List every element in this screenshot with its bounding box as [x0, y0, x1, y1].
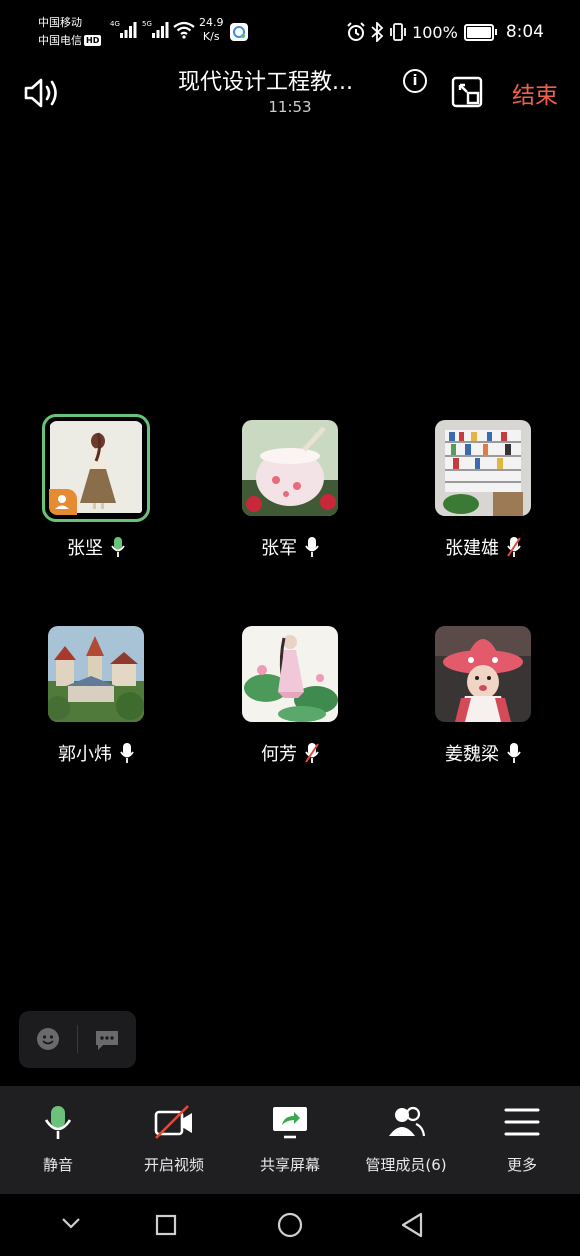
- home-icon[interactable]: [277, 1212, 303, 1238]
- participant-name: 张坚: [67, 538, 103, 559]
- mic-muted-icon: [507, 537, 521, 557]
- share-screen-icon: [273, 1107, 307, 1139]
- mute-button[interactable]: 静音: [0, 1086, 116, 1194]
- battery-icon: [463, 23, 497, 41]
- meeting-toolbar: 静音 开启视频 共享屏幕 管理成员(6) 更多: [0, 1086, 580, 1194]
- participant-name: 张建雄: [445, 538, 499, 559]
- hide-keyboard-icon[interactable]: [61, 1216, 81, 1230]
- carrier-2: 中国电信: [38, 34, 82, 47]
- participant-name: 郭小炜: [58, 744, 112, 765]
- more-button[interactable]: 更多: [464, 1086, 580, 1194]
- carrier-info: 中国移动 中国电信 HD: [38, 14, 102, 50]
- hd-badge: HD: [84, 35, 102, 46]
- more-label: 更多: [506, 1156, 537, 1174]
- manage-members-button[interactable]: 管理成员(6): [348, 1086, 464, 1194]
- share-label: 共享屏幕: [259, 1156, 320, 1174]
- meeting-timer: 11:53: [268, 98, 312, 116]
- mic-icon: [120, 743, 134, 763]
- host-badge-icon: [49, 489, 77, 515]
- clock: 8:04: [505, 22, 544, 42]
- share-screen-button[interactable]: 共享屏幕: [232, 1086, 348, 1194]
- info-icon[interactable]: i: [403, 69, 427, 93]
- participant-name: 姜魏梁: [445, 744, 499, 765]
- network-speed: 24.9 K/s: [199, 16, 224, 44]
- end-meeting-button[interactable]: 结束: [512, 76, 558, 110]
- system-nav-bar: [0, 1194, 580, 1256]
- wifi-icon: [173, 21, 195, 39]
- avatar[interactable]: [435, 626, 531, 722]
- speaker-icon[interactable]: [22, 76, 62, 110]
- speed-unit: K/s: [202, 30, 220, 43]
- battery-percent: 100%: [412, 22, 458, 42]
- avatar[interactable]: [435, 420, 531, 516]
- mute-label: 静音: [42, 1156, 73, 1174]
- carrier-1: 中国移动: [38, 16, 82, 29]
- mic-icon: [507, 743, 521, 763]
- avatar[interactable]: [42, 414, 150, 522]
- members-icon: [389, 1106, 426, 1137]
- chat-icon[interactable]: [94, 1029, 120, 1051]
- members-label: 管理成员(6): [365, 1156, 447, 1174]
- alarm-icon: [347, 22, 365, 41]
- floating-window-icon[interactable]: [451, 76, 483, 108]
- start-video-button[interactable]: 开启视频: [116, 1086, 232, 1194]
- avatar[interactable]: [242, 420, 338, 516]
- participant-name: 张军: [261, 538, 297, 559]
- status-bar: 中国移动 中国电信 HD 4G 5G 24.9 K/s 100% 8:04: [0, 0, 580, 60]
- app-notification-icon: [230, 23, 248, 41]
- mic-icon: [305, 537, 319, 557]
- video-off-icon: [154, 1105, 192, 1139]
- mic-muted-icon: [305, 743, 319, 763]
- mic-active-icon: [111, 537, 125, 557]
- microphone-icon: [44, 1106, 72, 1139]
- emoji-icon[interactable]: [36, 1027, 60, 1051]
- speed-value: 24.9: [199, 16, 224, 29]
- back-icon[interactable]: [400, 1212, 424, 1238]
- recents-icon[interactable]: [155, 1214, 177, 1236]
- vibrate-icon: [390, 23, 406, 41]
- chat-pill: [19, 1011, 136, 1068]
- menu-icon: [504, 1108, 540, 1136]
- participant-name: 何芳: [261, 744, 297, 765]
- avatar[interactable]: [242, 626, 338, 722]
- divider: [77, 1025, 78, 1053]
- status-right: 100% 8:04: [346, 20, 544, 44]
- video-label: 开启视频: [143, 1156, 204, 1174]
- meeting-title[interactable]: 现代设计工程教...: [178, 64, 388, 96]
- avatar[interactable]: [48, 626, 144, 722]
- bluetooth-icon: [371, 22, 384, 42]
